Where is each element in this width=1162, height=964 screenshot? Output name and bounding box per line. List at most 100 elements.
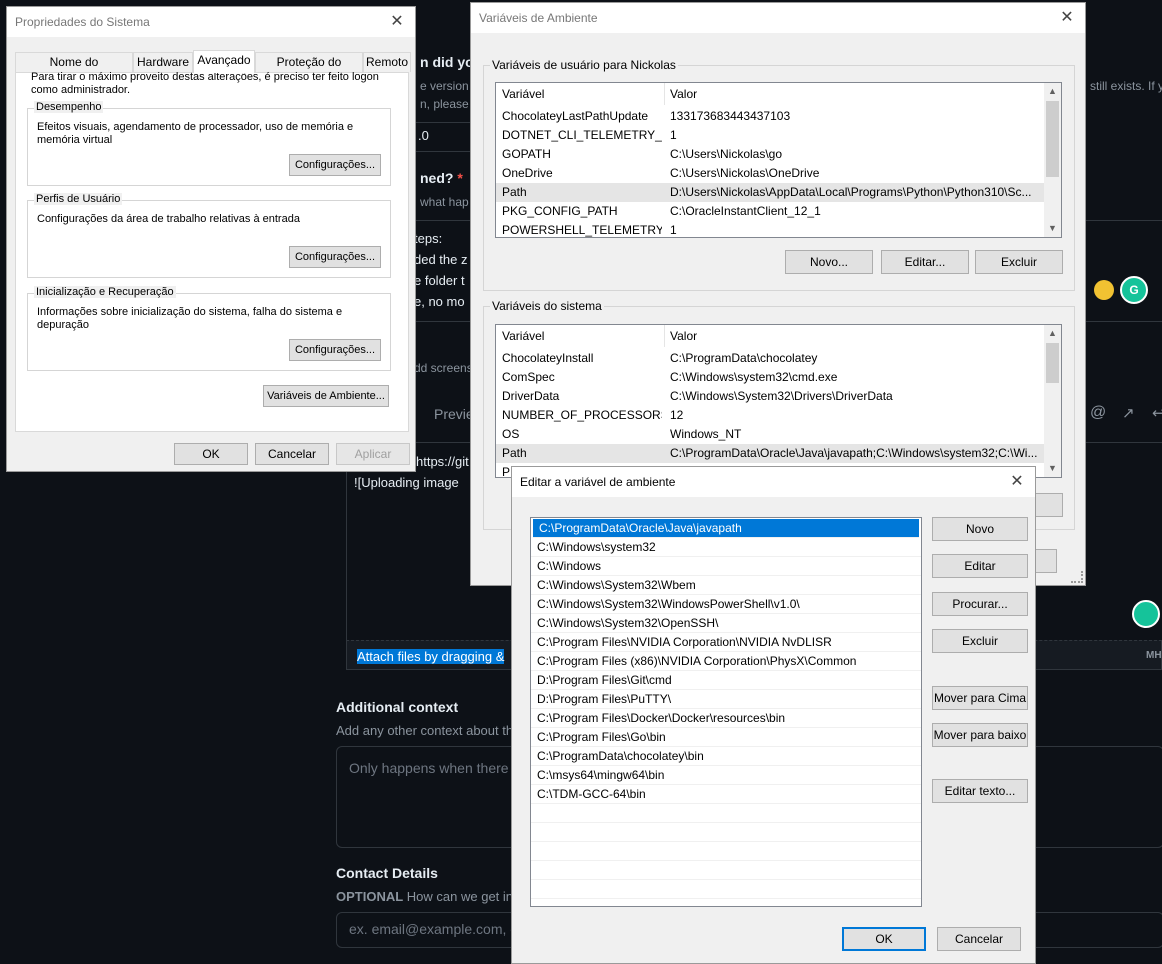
bg-text-fragment: ded the z: [414, 252, 468, 267]
admin-intro-text: Para tirar o máximo proveito destas alte…: [31, 71, 379, 96]
delete-button[interactable]: Excluir: [932, 629, 1028, 653]
startup-recovery-settings-button[interactable]: Configurações...: [289, 339, 381, 361]
list-item[interactable]: C:\Windows\System32\WindowsPowerShell\v1…: [531, 595, 921, 614]
empty-row[interactable]: [531, 880, 921, 899]
reply-icon[interactable]: ↩: [1152, 404, 1162, 422]
list-item[interactable]: C:\Windows\System32\Wbem: [531, 576, 921, 595]
emoji-nerd-icon: [1094, 280, 1114, 300]
additional-context-placeholder: Only happens when there: [349, 760, 509, 776]
user-variables-label: Variáveis de usuário para Nickolas: [490, 58, 678, 72]
performance-label: Desempenho: [34, 101, 104, 113]
path-entries-list[interactable]: C:\ProgramData\Oracle\Java\javapath C:\W…: [530, 517, 922, 907]
user-profiles-desc: Configurações da área de trabalho relati…: [37, 213, 300, 225]
user-variables-list[interactable]: Variável Valor ChocolateyLastPathUpdate 1…: [495, 82, 1062, 238]
empty-row[interactable]: [531, 804, 921, 823]
list-item[interactable]: C:\ProgramData\chocolatey\bin: [531, 747, 921, 766]
tab-system-protection[interactable]: Proteção do Sistema: [255, 52, 363, 88]
reference-icon[interactable]: ↗: [1122, 404, 1135, 422]
cancel-button[interactable]: Cancelar: [937, 927, 1021, 951]
list-item[interactable]: Path C:\ProgramData\Oracle\Java\javapath;…: [496, 444, 1044, 463]
list-item[interactable]: NUMBER_OF_PROCESSORS 12: [496, 406, 1044, 425]
edit-button[interactable]: Editar: [932, 554, 1028, 578]
empty-row[interactable]: [531, 823, 921, 842]
list-item[interactable]: ChocolateyLastPathUpdate 1331736834434371…: [496, 107, 1044, 126]
move-down-button[interactable]: Mover para baixo: [932, 723, 1028, 747]
column-variable-header[interactable]: Variável: [502, 325, 544, 347]
markdown-icon: MH: [1146, 650, 1162, 661]
user-delete-button[interactable]: Excluir: [975, 250, 1063, 274]
system-variables-list[interactable]: Variável Valor ChocolateyInstall C:\Progr…: [495, 324, 1062, 478]
list-item[interactable]: C:\Program Files\Docker\Docker\resources…: [531, 709, 921, 728]
column-variable-header[interactable]: Variável: [502, 83, 544, 105]
mention-icon[interactable]: @: [1090, 404, 1106, 422]
edit-text-button[interactable]: Editar texto...: [932, 779, 1028, 803]
tab-remote[interactable]: Remoto: [363, 52, 411, 72]
list-item[interactable]: C:\Windows: [531, 557, 921, 576]
apply-button[interactable]: Aplicar: [336, 443, 410, 465]
edit-environment-variable-window: Editar a variável de ambiente ✕ C:\Progr…: [511, 466, 1036, 964]
tab-computer-name[interactable]: Nome do Computador: [15, 52, 133, 88]
scrollbar[interactable]: ▲ ▼: [1044, 83, 1061, 237]
list-item[interactable]: Path D:\Users\Nickolas\AppData\Local\Prog…: [496, 183, 1044, 202]
grammarly-icon[interactable]: G: [1120, 276, 1148, 304]
close-icon[interactable]: ✕: [1055, 7, 1079, 29]
scroll-thumb[interactable]: [1046, 343, 1059, 383]
resize-grip-icon[interactable]: [1071, 571, 1083, 583]
scroll-down-icon[interactable]: ▼: [1044, 220, 1061, 237]
list-item[interactable]: D:\Program Files\Git\cmd: [531, 671, 921, 690]
list-item[interactable]: C:\Windows\system32: [531, 538, 921, 557]
tab-preview[interactable]: Previe: [434, 406, 474, 422]
close-icon[interactable]: ✕: [1005, 471, 1029, 493]
list-item[interactable]: POWERSHELL_TELEMETRY_...1: [496, 221, 1044, 237]
scroll-down-icon[interactable]: ▼: [1044, 460, 1061, 477]
list-item[interactable]: C:\ProgramData\Oracle\Java\javapath: [533, 519, 919, 538]
list-item[interactable]: DOTNET_CLI_TELEMETRY_O...1: [496, 126, 1044, 145]
empty-row[interactable]: [531, 861, 921, 880]
column-value-header[interactable]: Valor: [670, 83, 697, 105]
scrollbar[interactable]: ▲ ▼: [1044, 325, 1061, 477]
scroll-up-icon[interactable]: ▲: [1044, 83, 1061, 100]
list-item[interactable]: D:\Program Files\PuTTY\: [531, 690, 921, 709]
list-item[interactable]: ComSpec C:\Windows\system32\cmd.exe: [496, 368, 1044, 387]
ok-button[interactable]: OK: [842, 927, 926, 951]
list-item[interactable]: C:\TDM-GCC-64\bin: [531, 785, 921, 804]
close-icon[interactable]: ✕: [385, 11, 409, 33]
user-profiles-label: Perfis de Usuário: [34, 193, 123, 205]
list-item[interactable]: ChocolateyInstall C:\ProgramData\chocolat…: [496, 349, 1044, 368]
grammarly-icon[interactable]: [1132, 600, 1160, 628]
move-up-button[interactable]: Mover para Cima: [932, 686, 1028, 710]
tab-hardware[interactable]: Hardware: [133, 52, 193, 72]
system-properties-window: Propriedades do Sistema ✕ Nome do Comput…: [6, 6, 416, 472]
list-item[interactable]: C:\Program Files\NVIDIA Corporation\NVID…: [531, 633, 921, 652]
list-item[interactable]: PKG_CONFIG_PATH C:\OracleInstantClient_12…: [496, 202, 1044, 221]
list-item[interactable]: DriverData C:\Windows\System32\Drivers\Dr…: [496, 387, 1044, 406]
window-title: Editar a variável de ambiente: [512, 467, 1035, 497]
startup-recovery-desc: Informações sobre inicialização do siste…: [37, 306, 343, 331]
list-item[interactable]: OS Windows_NT: [496, 425, 1044, 444]
environment-variables-button[interactable]: Variáveis de Ambiente...: [263, 385, 389, 407]
cancel-button[interactable]: Cancelar: [255, 443, 329, 465]
tab-advanced[interactable]: Avançado: [193, 50, 255, 73]
list-item[interactable]: C:\Program Files (x86)\NVIDIA Corporatio…: [531, 652, 921, 671]
ok-button[interactable]: OK: [174, 443, 248, 465]
list-item[interactable]: OneDrive C:\Users\Nickolas\OneDrive: [496, 164, 1044, 183]
column-value-header[interactable]: Valor: [670, 325, 697, 347]
attach-files-text[interactable]: Attach files by dragging &: [357, 649, 505, 664]
contact-desc: OPTIONAL How can we get in to: [336, 889, 528, 904]
user-profiles-settings-button[interactable]: Configurações...: [289, 246, 381, 268]
scroll-thumb[interactable]: [1046, 101, 1059, 177]
performance-settings-button[interactable]: Configurações...: [289, 154, 381, 176]
user-edit-button[interactable]: Editar...: [881, 250, 969, 274]
list-header: Variável Valor: [496, 325, 1044, 347]
empty-row[interactable]: [531, 842, 921, 861]
user-new-button[interactable]: Novo...: [785, 250, 873, 274]
window-title: Propriedades do Sistema: [7, 7, 415, 37]
new-button[interactable]: Novo: [932, 517, 1028, 541]
window-title: Variáveis de Ambiente: [471, 3, 1085, 33]
list-item[interactable]: C:\msys64\mingw64\bin: [531, 766, 921, 785]
list-item[interactable]: C:\Windows\System32\OpenSSH\: [531, 614, 921, 633]
browse-button[interactable]: Procurar...: [932, 592, 1028, 616]
list-item[interactable]: C:\Program Files\Go\bin: [531, 728, 921, 747]
scroll-up-icon[interactable]: ▲: [1044, 325, 1061, 342]
list-item[interactable]: GOPATH C:\Users\Nickolas\go: [496, 145, 1044, 164]
